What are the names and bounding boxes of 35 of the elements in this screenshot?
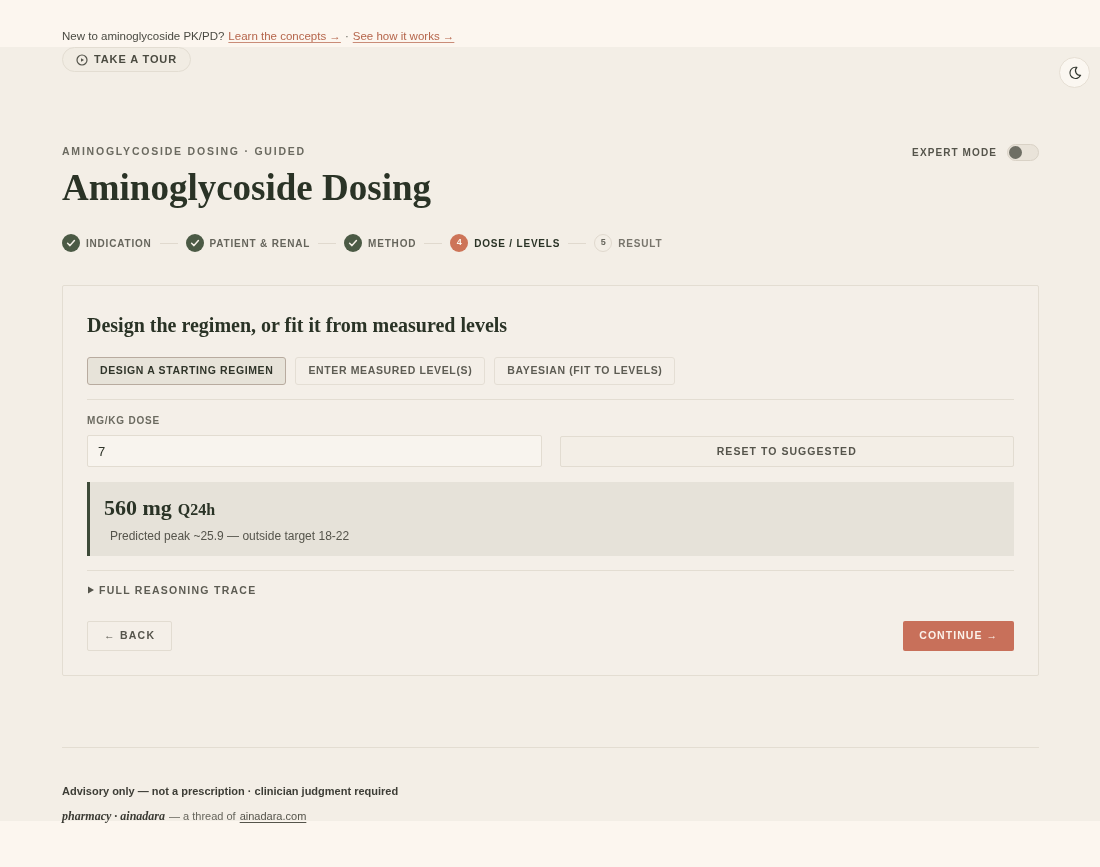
step-label: METHOD <box>368 236 417 251</box>
mode-tab[interactable]: BAYESIAN (FIT TO LEVELS) <box>494 357 676 385</box>
mode-tab[interactable]: DESIGN A STARTING REGIMEN <box>87 357 287 385</box>
play-circle-icon <box>76 53 88 66</box>
step-label: INDICATION <box>86 236 152 251</box>
prediction-note: Predicted peak ~25.9 — outside target 18-22 <box>110 528 350 544</box>
dose-field-label: MG/KG DOSE <box>87 414 160 428</box>
reasoning-trace-toggle[interactable]: FULL REASONING TRACE <box>87 583 257 597</box>
step-label: DOSE / LEVELS <box>474 236 561 251</box>
step-number: 4 <box>450 234 469 252</box>
take-tour-button[interactable]: TAKE A TOUR <box>62 47 191 72</box>
theme-toggle-button[interactable] <box>1059 57 1090 88</box>
step-label: RESULT <box>618 236 663 251</box>
page-title: Aminoglycoside Dosing <box>62 168 431 208</box>
dose-frequency: Q24h <box>177 500 216 520</box>
site-link[interactable]: ainadara.com <box>239 808 307 824</box>
separator-dot: · <box>344 29 349 43</box>
back-button[interactable]: ← BACK <box>87 621 173 651</box>
credit-text: — a thread of <box>169 809 236 824</box>
reset-button[interactable]: RESET TO SUGGESTED <box>559 436 1014 467</box>
disclaimer-text: Advisory only — not a prescription · clinician judgment required <box>62 784 399 798</box>
expert-mode-switch[interactable] <box>1007 143 1039 161</box>
mode-tab[interactable]: ENTER MEASURED LEVEL(S) <box>295 357 486 385</box>
card-heading: Design the regimen, or fit it from measured levels <box>87 313 508 338</box>
dose-amount: 560 mg <box>104 494 172 522</box>
moon-icon <box>1067 65 1082 80</box>
expert-mode-label: EXPERT MODE <box>912 145 997 160</box>
intro-text: New to aminoglycoside PK/PD? <box>62 29 225 43</box>
concept-link[interactable]: See how it works → <box>352 29 455 43</box>
brand-name: pharmacy · ainadara <box>62 808 165 824</box>
concept-link[interactable]: Learn the concepts → <box>228 29 341 43</box>
dose-input-field[interactable]: 7 <box>87 435 542 467</box>
eyebrow-label: AMINOGLYCOSIDE DOSING · GUIDED <box>62 144 306 160</box>
continue-button[interactable]: CONTINUE → <box>903 621 1014 651</box>
step-label: PATIENT & RENAL <box>209 236 311 251</box>
